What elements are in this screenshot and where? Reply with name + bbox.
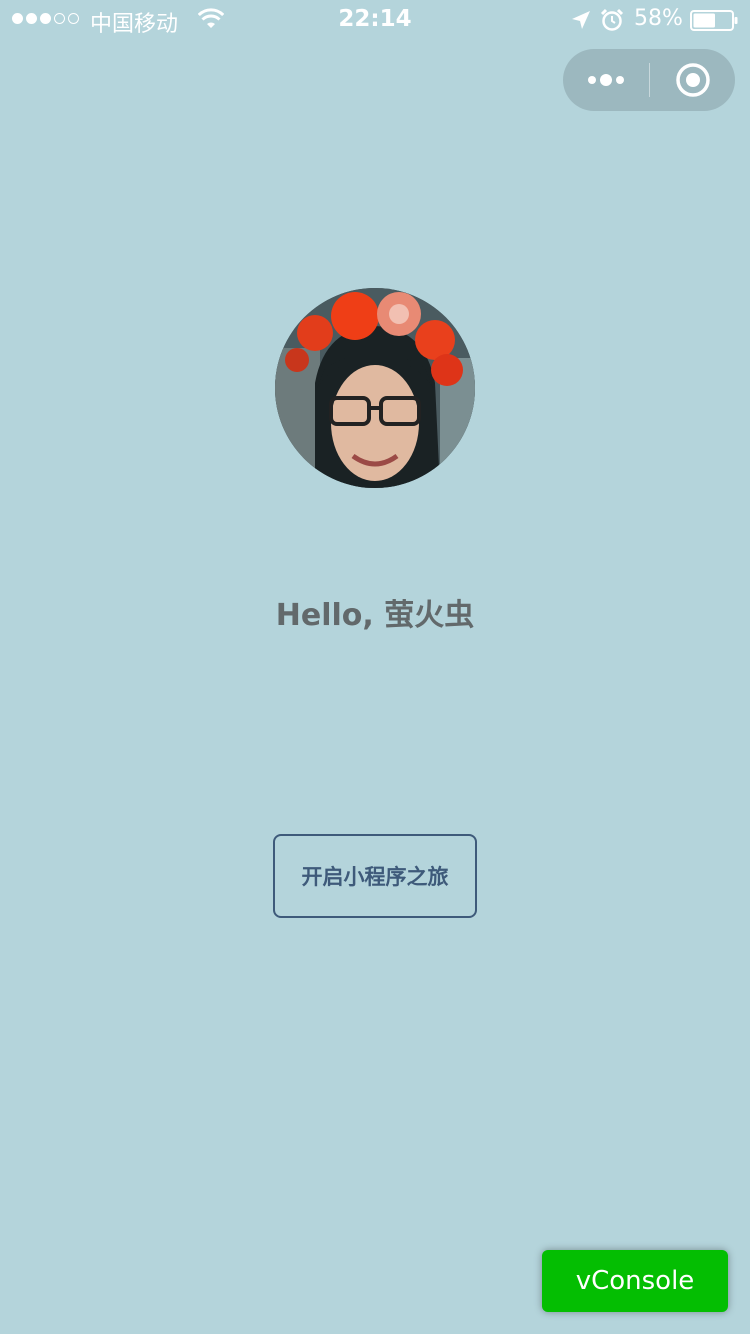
greeting-text: Hello, 萤火虫 bbox=[275, 598, 475, 633]
more-dots-icon bbox=[588, 74, 624, 86]
location-icon bbox=[572, 11, 590, 29]
battery-icon bbox=[690, 10, 738, 31]
avatar bbox=[275, 288, 475, 488]
vconsole-button[interactable]: vConsole bbox=[542, 1250, 728, 1312]
capsule-more-button[interactable] bbox=[563, 49, 649, 111]
status-bar: 中国移动 22:14 58% bbox=[0, 0, 750, 40]
battery-percent: 58% bbox=[634, 6, 683, 31]
close-target-icon bbox=[675, 63, 710, 97]
mini-program-capsule bbox=[563, 49, 735, 111]
capsule-close-button[interactable] bbox=[650, 49, 735, 111]
start-journey-button[interactable]: 开启小程序之旅 bbox=[273, 834, 477, 918]
alarm-icon bbox=[600, 8, 624, 31]
avatar-image bbox=[275, 288, 475, 488]
